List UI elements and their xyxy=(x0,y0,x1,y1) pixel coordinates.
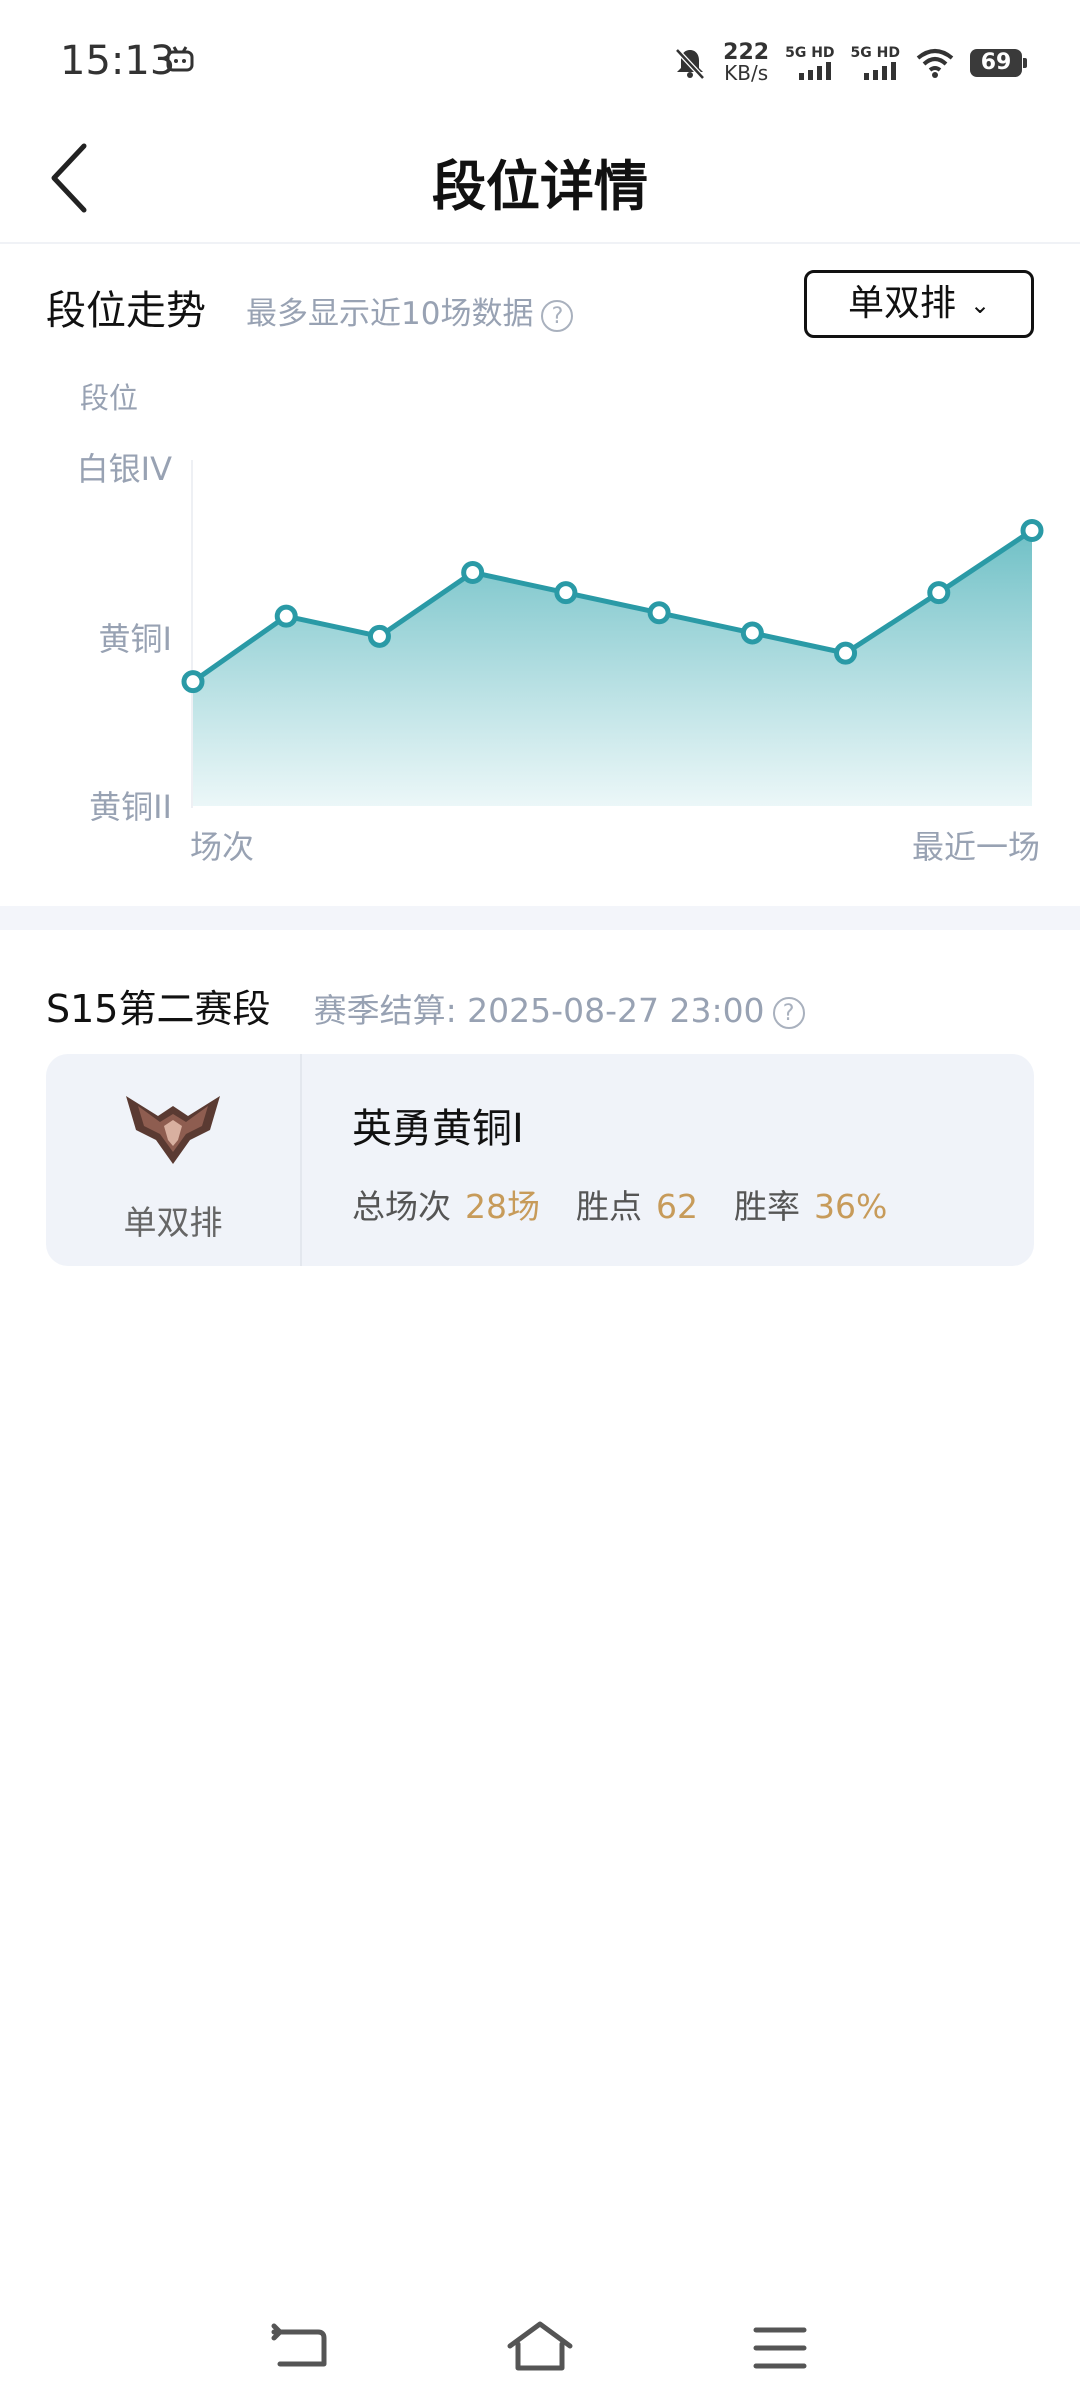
menu-nav-icon[interactable] xyxy=(740,2318,820,2378)
rank-queue-label: 单双排 xyxy=(123,1203,223,1242)
trend-data-point[interactable] xyxy=(461,560,485,584)
help-icon[interactable]: ? xyxy=(541,299,574,332)
battery-indicator: 69 xyxy=(970,49,1027,77)
trend-data-point[interactable] xyxy=(927,581,951,605)
page-title: 段位详情 xyxy=(432,155,648,218)
network-speed: 222 KB/s xyxy=(723,40,770,85)
rank-queue-panel: 单双排 xyxy=(46,1054,302,1266)
chart-svg: 段位 白银IV 黄铜I 黄铜II 场次 最近一场 xyxy=(77,381,1044,866)
y-tick-label: 黄铜II xyxy=(89,788,172,826)
season-end-time: 赛季结算: 2025-08-27 23:00? xyxy=(314,984,805,1032)
section-subtitle: 最多显示近10场数据? xyxy=(246,288,574,333)
status-time: 15:13 xyxy=(60,38,176,84)
x-start-label: 场次 xyxy=(190,828,254,866)
winrate-label: 胜率 xyxy=(734,1187,800,1226)
trend-data-point[interactable] xyxy=(740,621,764,645)
season-title: S15第二赛段 xyxy=(46,987,271,1031)
system-nav-bar xyxy=(0,2298,1080,2408)
trend-data-point[interactable] xyxy=(181,670,205,694)
rank-trend-header: 段位走势 最多显示近10场数据? 单双排 ⌄ xyxy=(46,270,1034,342)
winrate-value: 36% xyxy=(814,1187,888,1226)
trend-data-point[interactable] xyxy=(647,601,671,625)
bronze-rank-emblem-icon xyxy=(126,1096,220,1164)
points-label: 胜点 xyxy=(576,1187,642,1226)
signal-bars-icon xyxy=(798,62,831,80)
help-icon[interactable]: ? xyxy=(772,996,805,1029)
games-label: 总场次 xyxy=(352,1187,451,1226)
trend-data-point[interactable] xyxy=(274,604,298,628)
trend-data-point[interactable] xyxy=(367,624,391,648)
home-nav-icon[interactable] xyxy=(500,2318,580,2378)
points-value: 62 xyxy=(656,1187,698,1226)
page-header: 段位详情 xyxy=(0,120,1080,244)
section-title: 段位走势 xyxy=(46,288,206,334)
y-tick-label: 白银IV xyxy=(77,450,172,488)
signal-bars-icon xyxy=(864,62,896,80)
queue-dropdown[interactable]: 单双排 ⌄ xyxy=(804,270,1034,338)
wifi-icon xyxy=(916,49,954,78)
bilibili-icon xyxy=(166,46,194,72)
section-divider xyxy=(0,906,1080,930)
trend-data-point[interactable] xyxy=(834,641,858,665)
trend-data-point[interactable] xyxy=(1020,518,1044,542)
x-end-label: 最近一场 xyxy=(912,828,1040,866)
back-nav-icon[interactable] xyxy=(262,2318,342,2378)
season-header: S15第二赛段 赛季结算: 2025-08-27 23:00? xyxy=(46,978,1034,1033)
rank-trend-chart: 段位 白银IV 黄铜I 黄铜II 场次 最近一场 xyxy=(0,360,1080,880)
trend-area xyxy=(193,530,1032,806)
signal-sim2: 5G HD xyxy=(851,46,900,80)
rank-name: 英勇黄铜I xyxy=(352,1106,524,1152)
queue-dropdown-label: 单双排 xyxy=(847,283,956,324)
rank-card[interactable]: 单双排 英勇黄铜I 总场次 28场 胜点 62 胜率 36% xyxy=(46,1054,1034,1266)
trend-data-point[interactable] xyxy=(554,581,578,605)
y-tick-label: 黄铜I xyxy=(99,620,172,658)
mute-bell-icon xyxy=(675,48,705,80)
y-axis-label: 段位 xyxy=(80,381,138,415)
games-value: 28场 xyxy=(465,1187,540,1226)
rank-stats: 总场次 28场 胜点 62 胜率 36% xyxy=(352,1180,923,1228)
status-bar: 15:13 222 KB/s 5G HD 5G HD 69 xyxy=(0,0,1080,120)
chevron-down-icon: ⌄ xyxy=(969,291,991,319)
signal-sim1: 5G HD xyxy=(785,46,835,80)
